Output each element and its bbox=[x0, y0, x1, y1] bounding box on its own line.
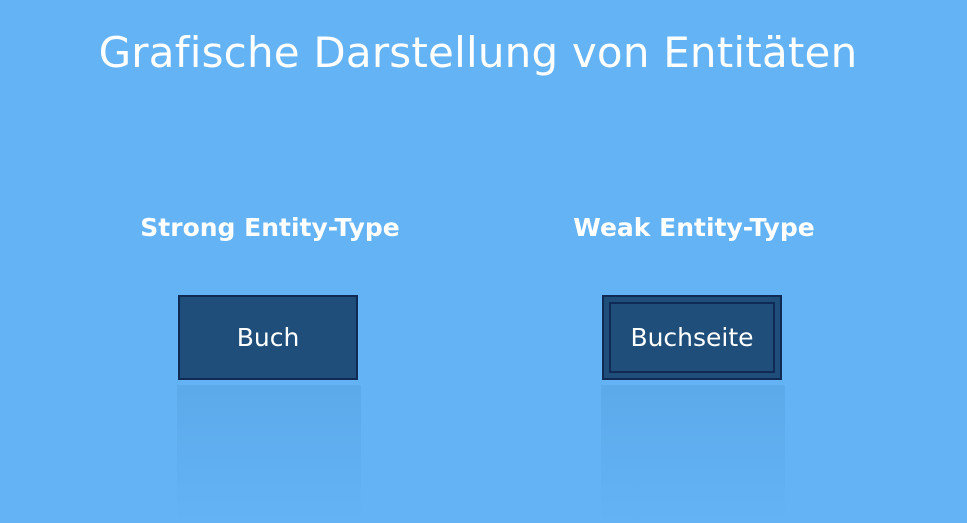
weak-entity-box: Buchseite bbox=[602, 295, 782, 380]
weak-entity-reflection bbox=[601, 385, 785, 523]
strong-entity-box: Buch bbox=[178, 295, 358, 380]
strong-entity-heading: Strong Entity-Type bbox=[140, 213, 400, 242]
strong-entity-label: Buch bbox=[236, 323, 300, 352]
weak-entity-label: Buchseite bbox=[630, 323, 754, 352]
slide-title: Grafische Darstellung von Entitäten bbox=[98, 28, 858, 77]
weak-entity-heading: Weak Entity-Type bbox=[573, 213, 815, 242]
slide-canvas: Grafische Darstellung von Entitäten Stro… bbox=[0, 0, 967, 523]
strong-entity-reflection bbox=[177, 385, 361, 523]
